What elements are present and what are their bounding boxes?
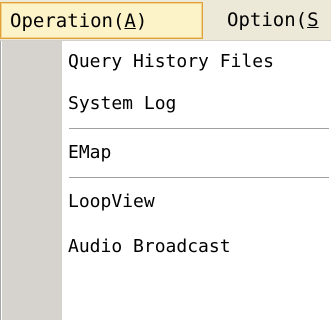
menu-item-loopview[interactable]: LoopView [68,181,331,223]
menu-bar: Operation(A) Option(S [0,0,331,41]
menu-item-system-log[interactable]: System Log [68,83,331,125]
menu-option-mnemonic: S [307,9,319,31]
operation-dropdown-menu: Query History Files System Log EMap Loop… [0,41,331,320]
menu-operation-suffix: ) [135,10,148,32]
menu-item-audio-broadcast[interactable]: Audio Broadcast [68,226,331,268]
menu-option-label: Option( [227,9,308,31]
menu-item-emap[interactable]: EMap [68,132,331,174]
menu-item-query-history-files[interactable]: Query History Files [68,41,331,83]
menu-icon-gutter [2,41,62,320]
menu-operation[interactable]: Operation(A) [0,2,203,39]
menu-operation-label: Operation( [10,10,125,32]
menu-option[interactable]: Option(S [218,2,328,39]
application-window: Operation(A) Option(S Query History File… [0,0,331,320]
menu-operation-mnemonic: A [124,10,136,32]
